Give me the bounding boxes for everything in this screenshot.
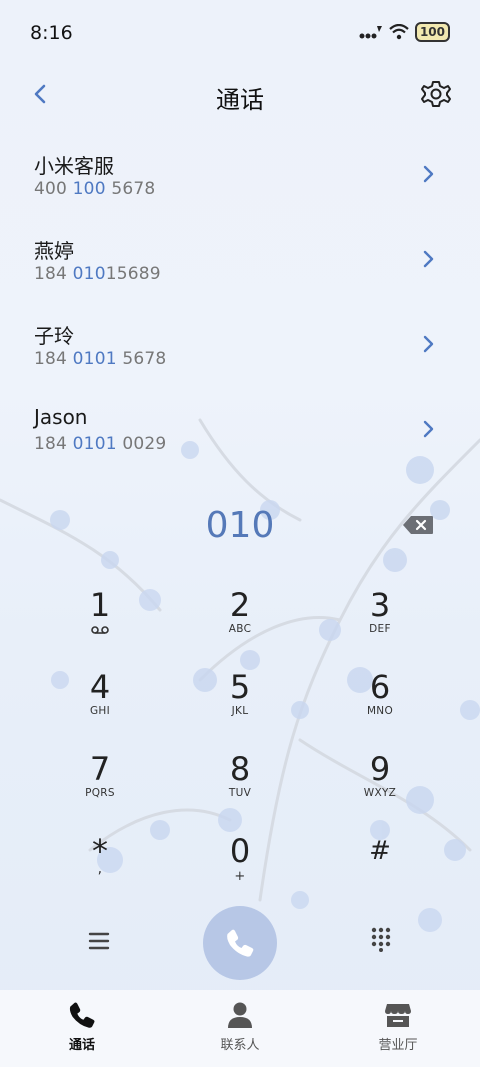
key-digit: 2 <box>229 586 251 624</box>
call-button[interactable] <box>203 906 277 980</box>
number-part: 184 <box>34 434 73 454</box>
person-icon <box>228 1002 252 1028</box>
backspace-button[interactable] <box>402 515 434 539</box>
contact-item[interactable]: 小米客服 400 100 5678 <box>0 130 480 215</box>
key-digit: # <box>369 836 391 866</box>
key-2[interactable]: 2 ABC <box>170 585 310 665</box>
tab-contacts[interactable]: 联系人 <box>180 1000 300 1053</box>
contact-item[interactable]: Jason 184 0101 0029 <box>0 385 480 470</box>
hamburger-menu-icon <box>88 932 110 950</box>
number-part: 184 <box>34 264 73 284</box>
key-4[interactable]: 4 GHI <box>30 667 170 747</box>
phone-icon <box>69 1002 95 1028</box>
key-letters: GHI <box>89 705 111 717</box>
menu-button[interactable] <box>86 928 112 954</box>
key-letters: DEF <box>369 623 391 635</box>
number-match: 0101 <box>72 434 117 454</box>
tab-store[interactable]: 营业厅 <box>338 1000 458 1053</box>
tab-label: 营业厅 <box>378 1038 418 1053</box>
status-time: 8:16 <box>30 22 73 44</box>
number-match: 0101 <box>72 349 117 369</box>
tab-label: 联系人 <box>220 1038 260 1053</box>
gear-icon <box>421 81 451 107</box>
battery-indicator: 100 <box>414 22 450 42</box>
status-bar: 8:16 100 <box>0 0 480 68</box>
contact-number: 184 01015689 <box>34 264 161 284</box>
contact-name: 燕婷 <box>34 239 74 263</box>
number-part: 0029 <box>116 434 167 454</box>
number-part: 184 <box>34 349 73 369</box>
store-icon <box>385 1004 411 1027</box>
contact-number: 400 100 5678 <box>34 179 155 199</box>
key-letters: ABC <box>228 623 252 635</box>
key-7[interactable]: 7 PQRS <box>30 749 170 829</box>
key-3[interactable]: 3 DEF <box>310 585 450 665</box>
header: 通话 <box>0 70 480 120</box>
contact-item[interactable]: 子玲 184 0101 5678 <box>0 300 480 385</box>
backspace-icon <box>403 516 433 534</box>
dialpad-icon <box>371 927 391 952</box>
number-part: 5678 <box>116 349 167 369</box>
key-digit: 8 <box>229 750 251 788</box>
tab-label: 通话 <box>68 1038 95 1053</box>
key-digit: 5 <box>229 668 251 706</box>
chevron-right-icon[interactable] <box>420 334 436 354</box>
key-letters: , <box>97 861 103 877</box>
key-digit: 9 <box>369 750 391 788</box>
key-8[interactable]: 8 TUV <box>170 749 310 829</box>
key-letters: MNO <box>366 705 394 717</box>
signal-icon <box>359 26 382 39</box>
key-digit: 0 <box>229 832 251 870</box>
contact-item[interactable]: 燕婷 184 01015689 <box>0 215 480 300</box>
page-title: 通话 <box>216 86 264 114</box>
number-match: 100 <box>72 179 106 199</box>
tab-bar: 通话 联系人 营业厅 <box>0 990 480 1067</box>
number-part: 15689 <box>105 264 161 284</box>
dial-input: 010 <box>0 505 480 555</box>
phone-icon <box>227 929 254 957</box>
key-6[interactable]: 6 MNO <box>310 667 450 747</box>
key-digit: 6 <box>369 668 391 706</box>
tab-calls[interactable]: 通话 <box>22 1000 142 1053</box>
key-star[interactable]: * , <box>30 831 170 911</box>
settings-button[interactable] <box>420 78 452 110</box>
number-part: 5678 <box>105 179 156 199</box>
key-letters: JKL <box>231 705 249 717</box>
key-1[interactable]: 1 <box>30 585 170 665</box>
contact-name: 小米客服 <box>34 154 114 178</box>
key-letters: + <box>234 869 246 884</box>
key-digit: 7 <box>89 750 111 788</box>
key-digit: 1 <box>89 586 111 624</box>
voicemail-icon <box>91 626 109 634</box>
contact-name: Jason <box>34 405 88 429</box>
key-0[interactable]: 0 + <box>170 831 310 911</box>
key-letters: TUV <box>228 787 252 799</box>
chevron-right-icon[interactable] <box>420 164 436 184</box>
status-icons: 100 <box>359 22 450 42</box>
dialer-controls <box>0 900 480 990</box>
contact-number: 184 0101 5678 <box>34 349 166 369</box>
contact-name: 子玲 <box>34 324 74 348</box>
key-5[interactable]: 5 JKL <box>170 667 310 747</box>
number-match: 010 <box>72 264 106 284</box>
chevron-right-icon[interactable] <box>420 419 436 439</box>
chevron-right-icon[interactable] <box>420 249 436 269</box>
contact-number: 184 0101 0029 <box>34 434 166 454</box>
key-letters: PQRS <box>85 787 115 799</box>
key-digit: 3 <box>369 586 391 624</box>
key-9[interactable]: 9 WXYZ <box>310 749 450 829</box>
key-hash[interactable]: # <box>310 831 450 911</box>
key-letters: WXYZ <box>363 787 397 799</box>
key-digit: 4 <box>89 668 111 706</box>
number-part: 400 <box>34 179 73 199</box>
wifi-icon <box>389 24 409 40</box>
keypad-toggle-button[interactable] <box>368 926 394 952</box>
contact-list: 小米客服 400 100 5678 燕婷 184 01015689 子玲 184… <box>0 130 480 470</box>
